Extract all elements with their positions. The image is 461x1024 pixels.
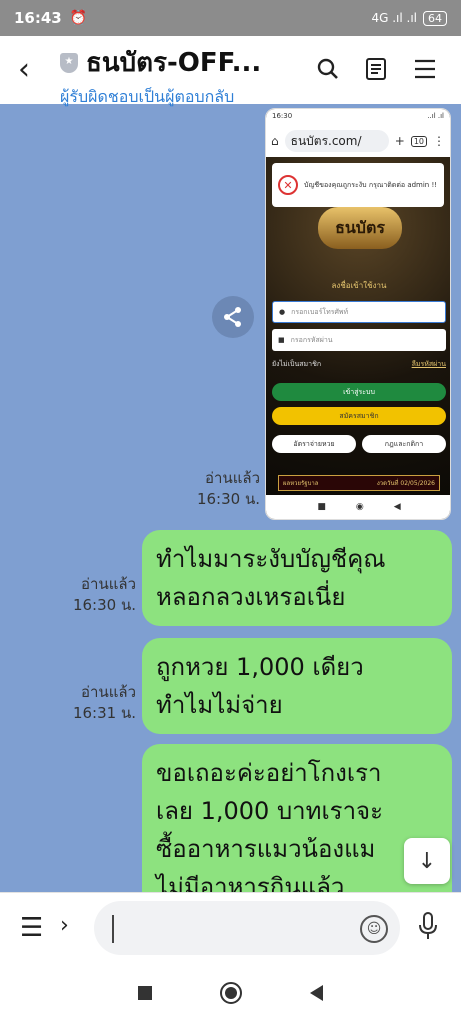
read-status: อ่านแล้ว (81, 683, 136, 701)
home-icon: ⌂ (271, 134, 279, 148)
message-line: ทำไมไม่จ่าย (156, 691, 283, 719)
message-time: 16:30 น. (72, 596, 136, 614)
text-cursor (112, 915, 114, 943)
microphone-icon[interactable] (418, 911, 438, 945)
scroll-down-button[interactable]: ↓ (404, 838, 450, 884)
back-button-icon[interactable] (310, 985, 323, 1001)
image-system-nav: ■ ◉ ◀ (266, 495, 450, 519)
search-icon[interactable] (313, 54, 343, 84)
image-web-body: ✕ บัญชีของคุณถูกระงับ กรุณาติดต่อ admin … (266, 157, 450, 497)
share-icon (224, 307, 241, 327)
circle-icon: ◉ (355, 502, 364, 512)
shared-image-message[interactable]: 16:30 ..ıl .ıl ⌂ ธนบัตร.com/ + 10 ⋮ ✕ บั… (265, 108, 451, 520)
image-alert-text: บัญชีของคุณถูกระงับ กรุณาติดต่อ admin !! (304, 180, 438, 189)
image-alert: ✕ บัญชีของคุณถูกระงับ กรุณาติดต่อ admin … (272, 163, 444, 207)
image-lottery-banner: ผลหวยรัฐบาล งวดวันที่ 02/05/2026 (278, 475, 440, 491)
image-not-member: ยังไม่เป็นสมาชิก (272, 360, 322, 368)
signal-icon: 4G .ıl .ıl (371, 11, 417, 25)
chat-area[interactable]: 16:30 ..ıl .ıl ⌂ ธนบัตร.com/ + 10 ⋮ ✕ บั… (0, 104, 461, 892)
image-forgot-password: ลืมรหัสผ่าน (411, 360, 446, 368)
share-button[interactable] (212, 296, 254, 338)
message-bubble[interactable]: ทำไมมาระงับบัญชีคุณ หลอกลวงเหรอเนี่ย (142, 530, 452, 626)
emoji-icon[interactable]: ☺ (360, 915, 388, 943)
image-rules-button: กฎและกติกา (362, 435, 446, 453)
message-line: ถูกหวย 1,000 เดียว (156, 653, 364, 681)
image-status-time: 16:30 (272, 112, 293, 120)
home-button-icon[interactable] (220, 982, 242, 1004)
chat-title: ธนบัตร-OFF... (86, 48, 262, 78)
square-icon: ■ (317, 502, 326, 512)
system-nav-bar (0, 962, 461, 1024)
image-url: ธนบัตร.com/ (290, 133, 362, 148)
back-triangle-icon: ◀ (393, 502, 401, 512)
message-line: เลย 1,000 บาทเราจะ (156, 797, 383, 825)
image-logo: ธนบัตร (318, 207, 402, 249)
message-time: 16:30 น. (196, 490, 260, 508)
message-meta: อ่านแล้ว 16:30 น. (56, 574, 136, 616)
image-url-bar: ⌂ ธนบัตร.com/ + 10 ⋮ (266, 125, 450, 157)
message-line: ไม่มีอาหารกินแล้ว (156, 873, 345, 892)
read-status: อ่านแล้ว (205, 469, 260, 487)
message-bubble[interactable]: ถูกหวย 1,000 เดียว ทำไมไม่จ่าย (142, 638, 452, 734)
new-tab-icon: + (394, 134, 405, 148)
chat-title-area[interactable]: ★ ธนบัตร-OFF... ผู้รับผิดชอบเป็นผู้ตอบกล… (60, 42, 290, 110)
message-line: หลอกลวงเหรอเนี่ย (156, 583, 346, 611)
battery-icon: 64 (423, 10, 447, 26)
user-icon: ● (279, 308, 286, 316)
hamburger-icon[interactable]: ☰ (20, 913, 43, 943)
alarm-icon: ⏰ (69, 10, 88, 26)
message-input-bar: ☰ › ☺ (0, 892, 461, 962)
chat-header: ‹ ★ ธนบัตร-OFF... ผู้รับผิดชอบเป็นผู้ตอบ… (0, 36, 461, 106)
message-line: ขอเถอะค่ะอย่าโกงเรา (156, 759, 382, 787)
arrow-down-icon: ↓ (417, 848, 437, 874)
tabs-count: 10 (410, 135, 427, 147)
menu-icon[interactable] (410, 54, 440, 84)
status-time: 16:43 (14, 9, 62, 27)
more-icon: ⋮ (433, 134, 445, 148)
image-phone-field: ● กรอกเบอร์โทรศัพท์ (272, 301, 446, 323)
error-icon: ✕ (278, 175, 298, 195)
image-login-heading: ลงชื่อเข้าใช้งาน (331, 281, 387, 290)
back-icon[interactable]: ‹ (18, 52, 30, 87)
image-status-bar: 16:30 ..ıl .ıl (266, 109, 450, 125)
chevron-right-icon[interactable]: › (60, 913, 69, 938)
message-meta: อ่านแล้ว 16:31 น. (56, 682, 136, 724)
image-register-button: สมัครสมาชิก (272, 407, 446, 425)
message-line: ทำไมมาระงับบัญชีคุณ (156, 545, 386, 573)
message-line: ซื้ออาหารแมวน้องแม (156, 835, 376, 863)
shield-icon: ★ (60, 52, 78, 73)
status-bar: 16:43 ⏰ 4G .ıl .ıl 64 (0, 0, 461, 36)
read-status: อ่านแล้ว (81, 575, 136, 593)
image-login-button: เข้าสู่ระบบ (272, 383, 446, 401)
image-password-field: ■ กรอกรหัสผ่าน (272, 329, 446, 351)
notes-icon[interactable] (361, 54, 391, 84)
image-payout-button: อัตราจ่ายหวย (272, 435, 356, 453)
recent-apps-icon[interactable] (138, 986, 152, 1000)
image-status-signal: ..ıl .ıl (427, 112, 444, 120)
lock-icon: ■ (278, 336, 285, 344)
message-meta: อ่านแล้ว 16:30 น. (180, 468, 260, 510)
message-input[interactable] (94, 901, 400, 955)
message-time: 16:31 น. (72, 704, 136, 722)
